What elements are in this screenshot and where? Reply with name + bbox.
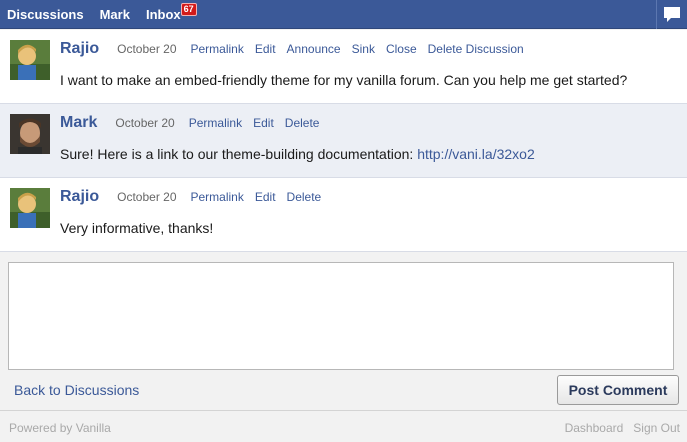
dashboard-link[interactable]: Dashboard bbox=[565, 421, 624, 435]
sign-out-link[interactable]: Sign Out bbox=[633, 421, 680, 435]
discussion-thread: Rajio October 20 Permalink Edit Announce… bbox=[0, 30, 687, 252]
nav-inbox-label: Inbox bbox=[145, 7, 181, 22]
inbox-count-badge: 67 bbox=[180, 3, 197, 16]
delete-discussion-link[interactable]: Delete Discussion bbox=[428, 42, 524, 56]
comment-item: Mark October 20 Permalink Edit Delete Su… bbox=[0, 104, 687, 178]
comment-date: October 20 bbox=[115, 116, 175, 130]
comment-body: I want to make an embed-friendly theme f… bbox=[60, 72, 628, 88]
comment-item: Rajio October 20 Permalink Edit Announce… bbox=[0, 30, 687, 104]
permalink-link[interactable]: Permalink bbox=[189, 116, 242, 130]
permalink-link[interactable]: Permalink bbox=[191, 42, 244, 56]
nav-profile-mark[interactable]: Mark bbox=[100, 7, 130, 22]
announce-link[interactable]: Announce bbox=[287, 42, 341, 56]
comment-composer: Back to Discussions Post Comment bbox=[0, 254, 687, 410]
edit-link[interactable]: Edit bbox=[253, 116, 274, 130]
comment-meta: Rajio October 20 Permalink Edit Announce… bbox=[60, 40, 535, 58]
comment-date: October 20 bbox=[117, 190, 177, 204]
edit-link[interactable]: Edit bbox=[255, 42, 276, 56]
chat-button[interactable] bbox=[656, 0, 687, 29]
comment-text: Sure! Here is a link to our theme-buildi… bbox=[60, 146, 418, 162]
footer: Powered by Vanilla Dashboard Sign Out bbox=[0, 410, 687, 442]
avatar[interactable] bbox=[10, 40, 50, 80]
nav-discussions[interactable]: Discussions bbox=[7, 7, 84, 22]
avatar[interactable] bbox=[10, 114, 50, 154]
delete-link[interactable]: Delete bbox=[287, 190, 322, 204]
close-link[interactable]: Close bbox=[386, 42, 417, 56]
powered-by-text[interactable]: Powered by Vanilla bbox=[9, 421, 111, 435]
avatar[interactable] bbox=[10, 188, 50, 228]
top-navigation-bar: Discussions Mark Inbox 67 bbox=[0, 0, 687, 29]
edit-link[interactable]: Edit bbox=[255, 190, 276, 204]
post-comment-button[interactable]: Post Comment bbox=[557, 375, 679, 405]
delete-link[interactable]: Delete bbox=[285, 116, 320, 130]
comment-textarea[interactable] bbox=[8, 262, 674, 370]
author-name[interactable]: Rajio bbox=[60, 188, 99, 206]
speech-bubble-icon bbox=[664, 7, 680, 22]
comment-item: Rajio October 20 Permalink Edit Delete V… bbox=[0, 178, 687, 252]
nav-inbox[interactable]: Inbox 67 bbox=[145, 3, 197, 22]
footer-links: Dashboard Sign Out bbox=[555, 421, 680, 435]
comment-date: October 20 bbox=[117, 42, 177, 56]
sink-link[interactable]: Sink bbox=[352, 42, 375, 56]
comment-meta: Mark October 20 Permalink Edit Delete bbox=[60, 114, 330, 132]
documentation-link[interactable]: http://vani.la/32xo2 bbox=[417, 146, 535, 162]
back-to-discussions-link[interactable]: Back to Discussions bbox=[14, 382, 139, 398]
comment-meta: Rajio October 20 Permalink Edit Delete bbox=[60, 188, 332, 206]
main-nav: Discussions Mark Inbox 67 bbox=[7, 3, 197, 22]
comment-body: Very informative, thanks! bbox=[60, 220, 214, 236]
author-name[interactable]: Rajio bbox=[60, 40, 99, 58]
permalink-link[interactable]: Permalink bbox=[191, 190, 244, 204]
comment-body: Sure! Here is a link to our theme-buildi… bbox=[60, 146, 535, 162]
author-name[interactable]: Mark bbox=[60, 114, 97, 132]
